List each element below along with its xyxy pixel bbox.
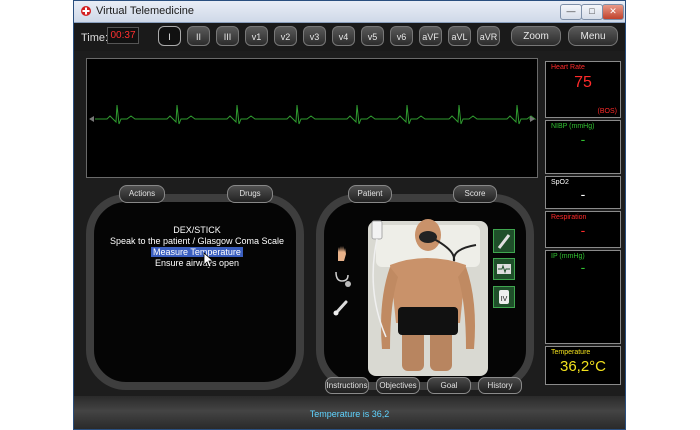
svg-text:IV: IV: [501, 296, 508, 303]
action-dexstick[interactable]: DEX/STICK: [102, 225, 292, 236]
lead-v3-button[interactable]: v3: [303, 26, 326, 46]
lead-I-button[interactable]: I: [158, 26, 181, 46]
lead-II-button[interactable]: II: [187, 26, 210, 46]
app-window: Virtual Telemedicine — □ ✕ Time: 00:37 I…: [73, 0, 626, 430]
syringe-icon[interactable]: [493, 229, 515, 253]
minimize-button[interactable]: —: [560, 4, 582, 20]
tab-history[interactable]: History: [478, 377, 522, 394]
lead-v5-button[interactable]: v5: [361, 26, 384, 46]
iv-icon[interactable]: IV: [493, 286, 515, 308]
mouse-cursor-icon: [203, 252, 215, 268]
spo2-label: SpO2: [551, 179, 569, 186]
thermometer-icon[interactable]: [332, 297, 352, 317]
action-measure-temperature[interactable]: Measure Temperature: [151, 247, 243, 257]
respiration-value: -: [580, 222, 586, 238]
lead-aVL-button[interactable]: aVL: [448, 26, 471, 46]
time-label: Time:: [81, 32, 109, 44]
toolbar: Time: 00:37 I II III v1 v2 v3 v4 v5 v6 a…: [74, 23, 625, 51]
app-logo-icon: [81, 6, 91, 16]
lead-aVR-button[interactable]: aVR: [477, 26, 500, 46]
tab-drugs[interactable]: Drugs: [227, 185, 273, 203]
tab-goal[interactable]: Goal: [427, 377, 471, 394]
respiration-box: Respiration -: [545, 211, 621, 248]
action-speak-glasgow[interactable]: Speak to the patient / Glasgow Coma Scal…: [102, 236, 292, 247]
title-bar: Virtual Telemedicine — □: [74, 1, 625, 23]
hand-icon[interactable]: [332, 243, 352, 263]
maximize-button[interactable]: □: [581, 4, 603, 20]
status-bar: Temperature is 36,2: [74, 396, 625, 429]
heart-rate-label: Heart Rate: [551, 64, 585, 71]
action-ensure-airways[interactable]: Ensure airways open: [102, 258, 292, 269]
tab-objectives[interactable]: Objectives: [376, 377, 420, 394]
spo2-value: -: [580, 186, 586, 202]
respiration-label: Respiration: [551, 214, 587, 221]
heart-rate-box: Heart Rate 75 (BOS): [545, 61, 621, 118]
ecg-trace: [89, 104, 537, 125]
monitor-icon[interactable]: [493, 258, 515, 280]
time-display: 00:37: [107, 27, 139, 44]
lead-v2-button[interactable]: v2: [274, 26, 297, 46]
vitals-panel: Heart Rate 75 (BOS) NIBP (mmHg) - SpO2 -…: [545, 58, 623, 388]
ip-value: -: [580, 259, 586, 275]
lead-aVF-button[interactable]: aVF: [419, 26, 442, 46]
temperature-label: Temperature: [551, 349, 591, 356]
ip-box: IP (mmHg) -: [545, 250, 621, 344]
lead-v4-button[interactable]: v4: [332, 26, 355, 46]
lead-v1-button[interactable]: v1: [245, 26, 268, 46]
tab-patient[interactable]: Patient: [348, 185, 392, 203]
tab-actions[interactable]: Actions: [119, 185, 165, 203]
spo2-box: SpO2 -: [545, 176, 621, 209]
ecg-monitor: [86, 58, 538, 178]
heart-rate-value: 75: [574, 74, 592, 91]
window-title: Virtual Telemedicine: [96, 5, 195, 17]
close-button[interactable]: ✕: [602, 4, 624, 20]
tab-score[interactable]: Score: [453, 185, 497, 203]
actions-frame: [86, 194, 304, 390]
menu-button[interactable]: Menu: [568, 26, 618, 46]
temperature-box: Temperature 36,2°C: [545, 346, 621, 385]
actions-list: DEX/STICK Speak to the patient / Glasgow…: [102, 225, 292, 269]
temperature-value: 36,2°C: [559, 358, 607, 375]
zoom-button[interactable]: Zoom: [511, 26, 561, 46]
nibp-value: -: [580, 131, 586, 147]
lead-v6-button[interactable]: v6: [390, 26, 413, 46]
nibp-box: NIBP (mmHg) -: [545, 120, 621, 174]
nibp-label: NIBP (mmHg): [551, 123, 595, 130]
lead-III-button[interactable]: III: [216, 26, 239, 46]
status-message: Temperature is 36,2: [309, 409, 390, 419]
stethoscope-icon[interactable]: [332, 269, 352, 289]
tab-instructions[interactable]: Instructions: [325, 377, 369, 394]
heart-rate-unit: (BOS): [597, 108, 617, 115]
